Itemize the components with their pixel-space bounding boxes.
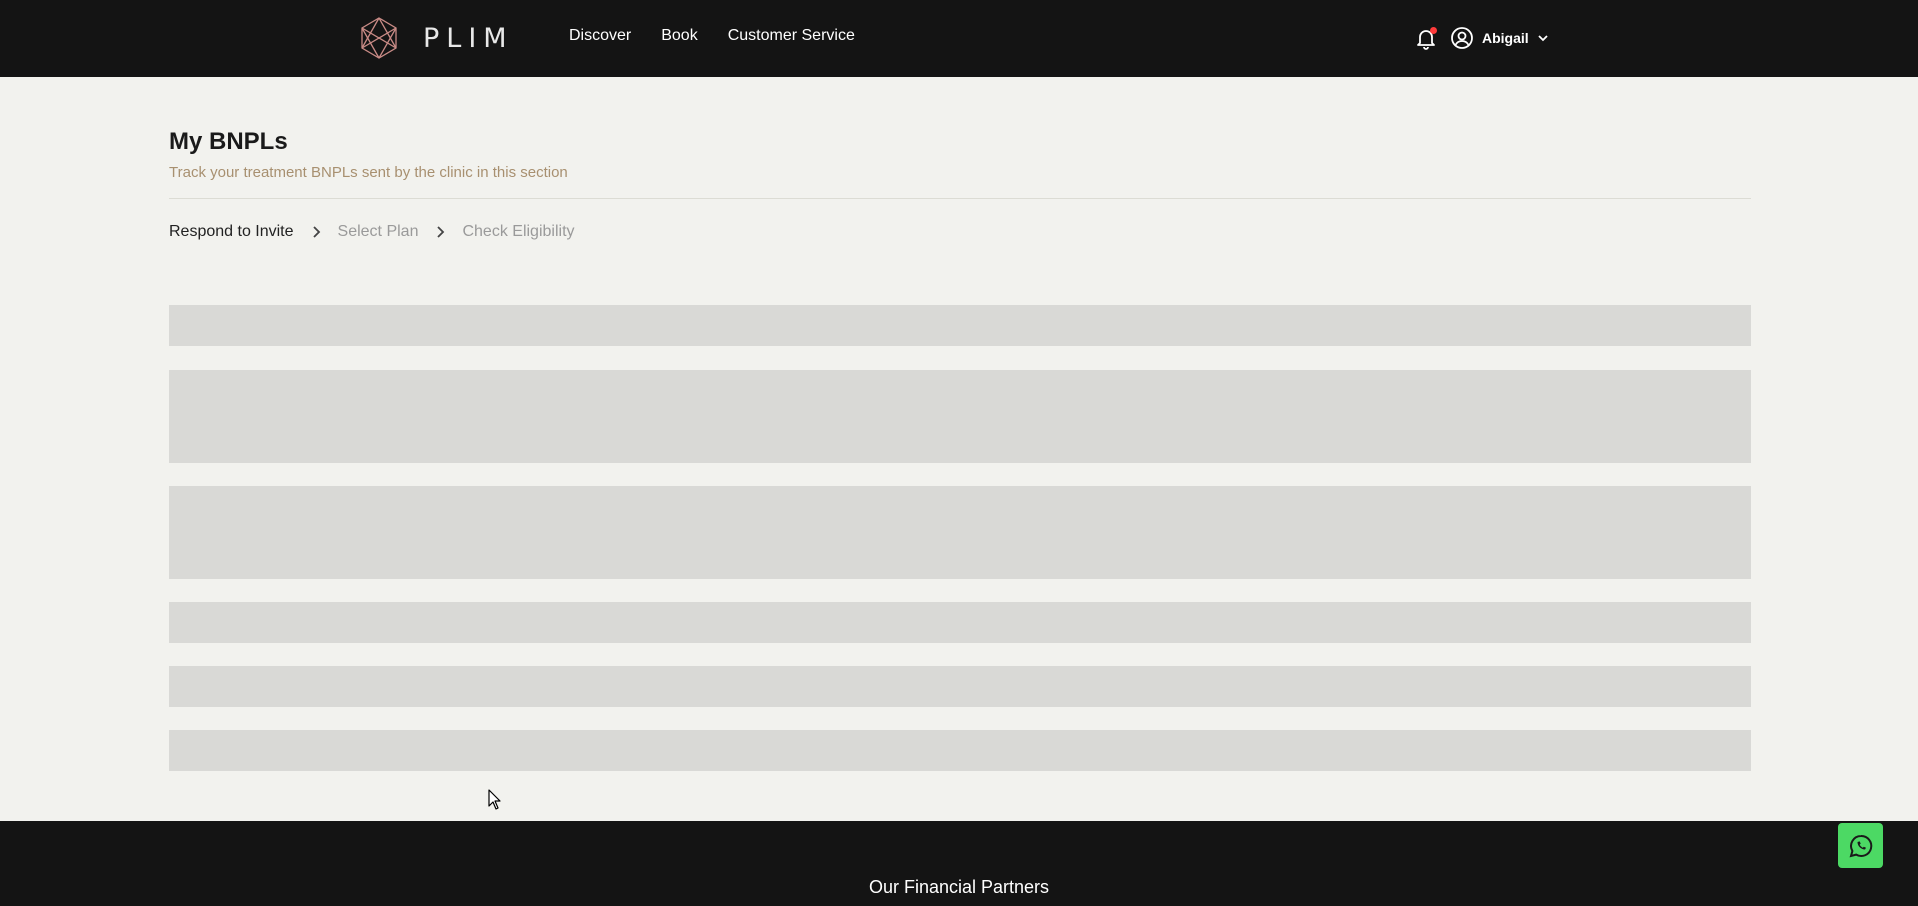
logo-text: PLIM — [423, 22, 514, 54]
step-select-plan[interactable]: Select Plan — [338, 223, 419, 241]
notifications-button[interactable] — [1414, 26, 1438, 50]
notification-dot — [1430, 27, 1437, 34]
top-navbar: PLIM Discover Book Customer Service Abig… — [0, 0, 1918, 77]
main-nav: Discover Book Customer Service — [569, 27, 855, 45]
user-area: Abigail — [1414, 26, 1549, 50]
loading-skeleton — [169, 730, 1751, 771]
whatsapp-icon — [1849, 834, 1872, 857]
chevron-down-icon — [1538, 35, 1548, 42]
breadcrumb-steps: Respond to Invite Select Plan Check Elig… — [169, 223, 575, 241]
whatsapp-button[interactable] — [1838, 823, 1883, 868]
page-subtitle: Track your treatment BNPLs sent by the c… — [169, 164, 568, 181]
page-title: My BNPLs — [169, 128, 288, 155]
nav-book[interactable]: Book — [661, 27, 697, 45]
logo[interactable]: PLIM — [357, 16, 514, 60]
chevron-right-icon — [437, 226, 445, 238]
loading-skeleton — [169, 305, 1751, 346]
nav-customer-service[interactable]: Customer Service — [728, 27, 855, 45]
user-circle-icon — [1451, 27, 1473, 49]
user-name: Abigail — [1482, 30, 1529, 46]
loading-skeleton — [169, 666, 1751, 707]
step-respond-to-invite[interactable]: Respond to Invite — [169, 223, 294, 241]
chevron-right-icon — [312, 226, 320, 238]
loading-skeleton — [169, 602, 1751, 643]
footer-title: Our Financial Partners — [868, 877, 1050, 897]
logo-icon — [361, 17, 397, 59]
step-check-eligibility[interactable]: Check Eligibility — [462, 223, 574, 241]
cursor-icon — [488, 789, 501, 810]
divider — [169, 198, 1751, 199]
loading-skeleton — [169, 370, 1751, 463]
nav-discover[interactable]: Discover — [569, 27, 631, 45]
loading-skeleton — [169, 486, 1751, 579]
user-menu[interactable]: Abigail — [1450, 26, 1549, 50]
